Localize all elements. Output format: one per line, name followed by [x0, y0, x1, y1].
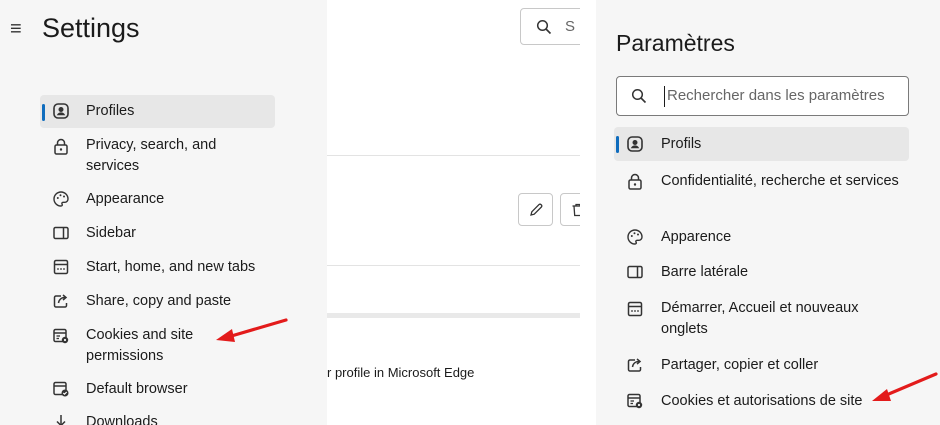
annotation-arrow — [872, 372, 938, 401]
default-browser-icon — [52, 380, 70, 398]
hamburger-menu-icon[interactable]: ≡ — [10, 18, 22, 41]
search-input[interactable]: Rechercher dans les paramètres — [616, 76, 909, 116]
sidebar-item-start-home-new-tabs[interactable]: Start, home, and new tabs — [40, 257, 275, 279]
edit-profile-button[interactable] — [518, 193, 553, 226]
sidebar-item-default-browser[interactable]: Default browser — [40, 379, 275, 401]
sidebar-item-label: Start, home, and new tabs — [86, 259, 256, 275]
image-gap — [580, 0, 596, 425]
download-icon — [52, 413, 70, 425]
sidebar-item-label: Default browser — [86, 381, 188, 397]
sidebar-item-profils[interactable]: Profils — [614, 127, 909, 161]
text-cursor — [664, 86, 665, 107]
sidebar-item-privacy[interactable]: Privacy, search, and services — [40, 135, 275, 179]
settings-nav-english: ≡ Settings Profiles Privacy, search, and… — [0, 0, 327, 425]
annotation-arrow — [216, 318, 288, 342]
sidebar-item-label: Confidentialité, recherche et services — [661, 173, 899, 189]
pencil-icon — [528, 202, 544, 218]
sidebar-item-appearance[interactable]: Appearance — [40, 189, 275, 211]
share-icon — [52, 292, 70, 310]
lock-icon — [52, 138, 70, 156]
sidebar-item-partager[interactable]: Partager, copier et coller — [614, 355, 909, 377]
divider — [327, 265, 580, 266]
home-tabs-icon — [52, 258, 70, 276]
sidebar-item-label: Cookies et autorisations de site — [661, 393, 863, 409]
sidebar-item-share-copy-paste[interactable]: Share, copy and paste — [40, 291, 275, 313]
share-icon — [626, 356, 644, 374]
sidebar-item-confidentialite[interactable]: Confidentialité, recherche et services — [614, 171, 909, 215]
delete-profile-button[interactable] — [560, 193, 580, 226]
sidebar-item-label: Apparence — [661, 229, 732, 245]
search-input[interactable]: S — [520, 8, 580, 45]
sidebar-item-downloads[interactable]: Downloads — [40, 412, 275, 425]
page-title: Paramètres — [616, 30, 735, 56]
sidebar-item-sidebar[interactable]: Sidebar — [40, 223, 275, 245]
sidebar-item-label: Sidebar — [86, 225, 136, 241]
sidebar-item-label: Démarrer, Accueil et nouveaux onglets — [661, 300, 859, 337]
search-icon — [536, 19, 552, 35]
sidebar-item-label: Appearance — [86, 191, 165, 207]
sidebar-item-cookies-autorisations[interactable]: Cookies et autorisations de site — [614, 391, 909, 413]
page-title: Settings — [42, 13, 140, 43]
sidebar-icon — [52, 224, 70, 242]
sidebar-item-label: Downloads — [86, 414, 158, 425]
sidebar-item-label: Privacy, search, and services — [86, 137, 217, 174]
sidebar-item-apparence[interactable]: Apparence — [614, 227, 909, 249]
cookies-permissions-icon — [626, 392, 644, 410]
sidebar-item-label: Profiles — [86, 103, 135, 119]
sidebar-icon — [626, 263, 644, 281]
sidebar-item-label: Profils — [661, 136, 702, 152]
profile-description: r profile in Microsoft Edge — [327, 365, 475, 380]
profile-icon — [52, 102, 70, 120]
divider — [327, 155, 580, 156]
trash-icon — [570, 202, 580, 218]
sidebar-item-label: Barre latérale — [661, 264, 749, 280]
settings-nav-french: Paramètres Rechercher dans les paramètre… — [596, 0, 940, 425]
search-placeholder: S — [565, 18, 576, 35]
palette-icon — [52, 190, 70, 208]
sidebar-item-label: Partager, copier et coller — [661, 357, 819, 373]
lock-icon — [626, 173, 644, 191]
palette-icon — [626, 228, 644, 246]
selected-indicator — [616, 136, 619, 153]
home-tabs-icon — [626, 300, 644, 318]
profile-icon — [626, 135, 644, 153]
sidebar-item-label: Share, copy and paste — [86, 293, 232, 309]
search-icon — [631, 88, 647, 104]
sidebar-item-demarrer-accueil[interactable]: Démarrer, Accueil et nouveaux onglets — [614, 298, 909, 342]
cookies-permissions-icon — [52, 327, 70, 345]
selected-indicator — [42, 104, 45, 121]
section-separator — [327, 313, 580, 318]
search-placeholder: Rechercher dans les paramètres — [667, 87, 885, 104]
settings-content-area: S r profile in Microsoft Edge — [327, 0, 580, 425]
sidebar-item-profiles[interactable]: Profiles — [40, 95, 275, 128]
sidebar-item-barre-laterale[interactable]: Barre latérale — [614, 262, 909, 284]
